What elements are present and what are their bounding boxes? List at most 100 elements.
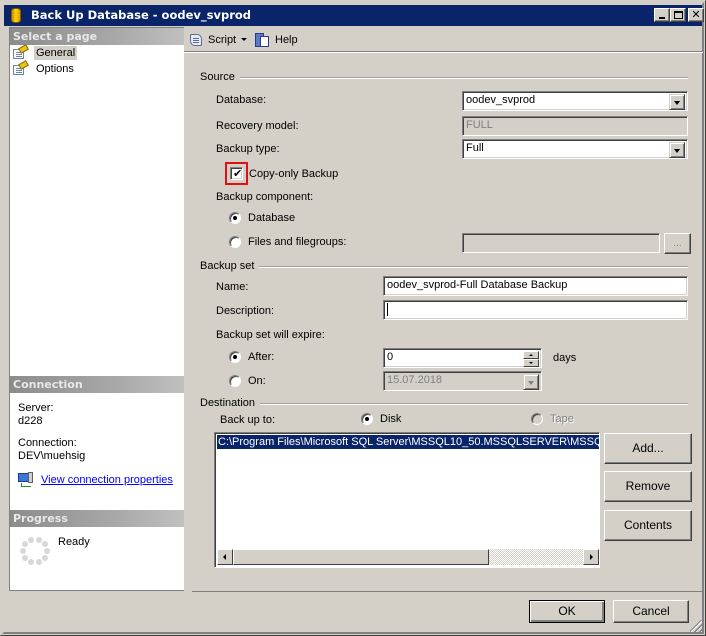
select-page-header: Select a page [10,28,184,45]
backup-type-label: Backup type: [216,143,280,155]
recovery-model-value: FULL [466,119,493,131]
network-connection-icon [18,472,34,488]
files-filegroups-field [462,233,660,253]
help-button[interactable]: Help [254,31,298,48]
copy-only-backup-label[interactable]: Copy-only Backup [249,168,338,180]
maximize-button[interactable] [670,8,686,22]
name-value: oodev_svprod-Full Database Backup [387,279,568,291]
component-database-label[interactable]: Database [248,212,295,224]
help-label: Help [275,33,298,46]
progress-spinner-icon [20,536,50,566]
window-title: Back Up Database - oodev_svprod [31,8,252,22]
backup-type-combo[interactable]: Full [462,139,688,159]
spinner-dot [41,555,48,562]
server-label: Server: [18,402,54,414]
database-label: Database: [216,94,267,106]
spinner-buttons[interactable] [523,351,539,367]
component-database-radio[interactable] [229,212,241,224]
resize-grip[interactable] [690,620,702,632]
expire-after-label[interactable]: After: [248,351,274,363]
page-properties-icon [12,60,29,76]
component-files-label[interactable]: Files and filegroups: [248,236,346,248]
copy-only-backup-checkbox[interactable]: ✔ [230,167,243,180]
minimize-icon [659,17,665,19]
database-combo[interactable]: oodev_svprod [462,91,688,111]
destination-disk-radio[interactable] [361,413,373,425]
cancel-button[interactable]: Cancel [613,600,689,623]
description-input[interactable] [383,300,688,320]
back-up-to-label: Back up to: [220,414,276,426]
spinner-dot [41,540,48,547]
contents-button[interactable]: Contents [604,510,692,541]
text-caret [387,303,388,316]
sidebar-item-general[interactable]: General [12,44,78,61]
maximize-icon [674,11,683,19]
add-button[interactable]: Add... [604,433,692,464]
chevron-down-icon[interactable] [669,94,685,110]
progress-header: Progress [10,510,184,527]
scroll-left-icon[interactable] [217,549,233,565]
footer-separator [192,591,703,592]
backup-type-value: Full [466,142,484,154]
expire-after-radio[interactable] [229,351,241,363]
browse-files-button[interactable]: ... [664,233,691,254]
component-files-radio[interactable] [229,236,241,248]
script-icon [188,32,204,48]
connection-label: Connection: [18,437,77,449]
sidebar: Select a page General Options Connection… [9,27,184,591]
scroll-right-icon[interactable] [583,549,599,565]
chevron-down-icon[interactable] [241,38,248,41]
ok-button[interactable]: OK [529,600,605,623]
script-label: Script [208,33,237,46]
toolbar: Script Help [184,27,703,52]
chevron-down-icon[interactable] [669,142,685,158]
destination-tape-radio [531,413,543,425]
backup-set-group-label: Backup set [200,260,260,272]
page-properties-icon [12,44,29,60]
connection-header: Connection [10,376,184,393]
close-icon: ✕ [691,8,701,21]
name-input[interactable]: oodev_svprod-Full Database Backup [383,276,688,296]
spinner-dot [35,559,42,566]
script-button[interactable]: Script [188,31,248,48]
spinner-dot [35,536,42,543]
remove-button[interactable]: Remove [604,471,692,502]
backup-component-label: Backup component: [216,191,314,203]
name-label: Name: [216,281,249,293]
spinner-dot [28,559,35,566]
spinner-dot [20,548,26,554]
spinner-dot [44,548,50,554]
view-connection-properties-link[interactable]: View connection properties [18,472,173,488]
destination-group-label: Destination [200,397,261,409]
recovery-model-label: Recovery model: [216,120,299,132]
expire-on-label[interactable]: On: [248,375,266,387]
server-value: d228 [18,415,43,427]
spin-up-icon[interactable] [523,351,539,359]
minimize-button[interactable] [654,8,670,22]
checkmark-icon: ✔ [233,167,243,180]
sidebar-item-options[interactable]: Options [12,60,76,77]
sidebar-item-label: Options [36,63,74,75]
list-item[interactable]: C:\Program Files\Microsoft SQL Server\MS… [217,435,599,449]
source-group-line [200,77,688,78]
scrollbar-thumb[interactable] [233,549,489,565]
spin-down-icon[interactable] [523,359,539,367]
view-connection-properties-text[interactable]: View connection properties [41,474,173,486]
database-icon [11,8,21,23]
recovery-model-field: FULL [462,116,688,136]
help-icon [254,32,270,48]
destination-tape-label: Tape [550,413,574,425]
expire-on-radio[interactable] [229,375,241,387]
destination-group-line [200,403,688,404]
sidebar-item-label: General [34,46,78,60]
destination-list[interactable]: C:\Program Files\Microsoft SQL Server\MS… [214,432,600,568]
destination-disk-label[interactable]: Disk [380,413,401,425]
title-bar[interactable]: Back Up Database - oodev_svprod ✕ [4,5,704,26]
horizontal-scrollbar[interactable] [217,549,599,565]
backup-set-group-line [200,266,688,267]
source-group-label: Source [200,71,240,83]
progress-status: Ready [58,536,90,548]
expire-days-spinner[interactable]: 0 [383,348,542,368]
spinner-dot [22,540,29,547]
close-button[interactable]: ✕ [688,8,704,22]
